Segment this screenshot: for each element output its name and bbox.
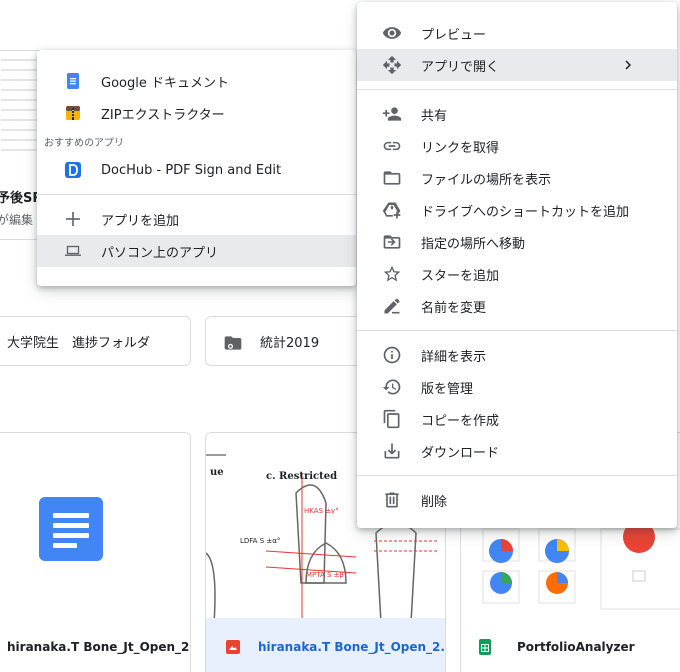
- menu-item-get-link[interactable]: リンクを取得: [357, 130, 677, 162]
- thumbnail-label: LDFA S ±α°: [240, 537, 281, 545]
- file-name: hiranaka.T Bone_Jt_Open_2...: [258, 640, 445, 654]
- menu-item-manage-versions[interactable]: 版を管理: [357, 371, 677, 403]
- thumbnail-text: ue: [210, 467, 224, 478]
- menu-item-label: 共有: [421, 108, 448, 124]
- menu-item-move-to[interactable]: 指定の場所へ移動: [357, 226, 677, 258]
- menu-item-label: ZIPエクストラクター: [101, 107, 225, 123]
- menu-item-show-location[interactable]: ファイルの場所を表示: [357, 162, 677, 194]
- menu-item-computer-apps[interactable]: パソコン上のアプリ: [37, 235, 356, 267]
- menu-item-label: 版を管理: [421, 381, 474, 397]
- menu-item-open-with[interactable]: アプリで開く: [357, 49, 677, 81]
- drive-screen: 予後SR, が編集 大学院生 進捗フォルダ 統計2019 hiranaka.T …: [0, 0, 680, 672]
- menu-item-label: パソコン上のアプリ: [101, 245, 219, 261]
- zip-extractor-icon: [65, 105, 81, 121]
- file-card-footer: PortfolioAnalyzer: [461, 618, 680, 672]
- plus-icon: [65, 211, 81, 227]
- folder-card[interactable]: 大学院生 進捗フォルダ: [0, 316, 191, 366]
- menu-divider: [357, 330, 677, 331]
- folder-outline-icon: [381, 167, 403, 189]
- pencil-icon: [381, 295, 403, 317]
- folder-name: 大学院生 進捗フォルダ: [7, 335, 151, 351]
- copy-icon: [381, 408, 403, 430]
- folder-name: 統計2019: [260, 335, 320, 351]
- menu-item-label: ダウンロード: [421, 445, 500, 461]
- file-card[interactable]: hiranaka.T Bone_Jt_Open_2...: [0, 432, 191, 672]
- move-arrows-icon: [381, 54, 403, 76]
- file-context-menu: プレビュー アプリで開く 共有 リンクを取得 ファイルの場所を表示 ドライブへの…: [357, 2, 677, 528]
- file-name: PortfolioAnalyzer: [517, 640, 635, 654]
- menu-divider: [357, 89, 677, 90]
- chevron-right-icon: [619, 56, 637, 74]
- menu-item-make-copy[interactable]: コピーを作成: [357, 403, 677, 435]
- file-name: hiranaka.T Bone_Jt_Open_2...: [7, 640, 190, 654]
- menu-item-add-star[interactable]: スターを追加: [357, 258, 677, 290]
- file-card-footer: hiranaka.T Bone_Jt_Open_2...: [0, 618, 190, 672]
- menu-item-rename[interactable]: 名前を変更: [357, 290, 677, 322]
- thumbnail-text: c. Restricted: [266, 471, 338, 482]
- menu-item-label: アプリで開く: [421, 59, 500, 75]
- move-to-folder-icon: [381, 231, 403, 253]
- eye-icon: [381, 22, 403, 44]
- menu-item-dochub[interactable]: DocHub - PDF Sign and Edit: [37, 154, 356, 186]
- menu-item-label: 詳細を表示: [421, 349, 487, 365]
- menu-item-google-docs[interactable]: Google ドキュメント: [37, 65, 356, 97]
- menu-item-label: Google ドキュメント: [101, 75, 229, 91]
- menu-item-share[interactable]: 共有: [357, 98, 677, 130]
- menu-item-label: ドライブへのショートカットを追加: [421, 204, 630, 220]
- trash-icon: [381, 489, 403, 511]
- link-icon: [381, 135, 403, 157]
- menu-item-zip-extractor[interactable]: ZIPエクストラクター: [37, 97, 356, 129]
- menu-item-label: プレビュー: [421, 27, 487, 43]
- menu-item-add-shortcut[interactable]: ドライブへのショートカットを追加: [357, 194, 677, 226]
- menu-item-download[interactable]: ダウンロード: [357, 435, 677, 467]
- dochub-icon: [65, 162, 81, 178]
- image-file-icon: [226, 640, 240, 654]
- menu-item-label: コピーを作成: [421, 413, 500, 429]
- menu-item-preview[interactable]: プレビュー: [357, 17, 677, 49]
- open-with-submenu: Google ドキュメント ZIPエクストラクター おすすめのアプリ DocHu…: [37, 50, 356, 286]
- menu-item-add-app[interactable]: アプリを追加: [37, 203, 356, 235]
- shared-folder-icon: [222, 333, 242, 350]
- add-person-icon: [381, 103, 403, 125]
- menu-item-label: 指定の場所へ移動: [421, 236, 526, 252]
- menu-item-label: DocHub - PDF Sign and Edit: [101, 162, 282, 178]
- thumbnail-label: HKAS ±γ°: [304, 507, 339, 515]
- thumbnail-label: MPTA S ±β°: [306, 571, 348, 579]
- menu-item-label: 名前を変更: [421, 300, 487, 316]
- menu-divider: [37, 194, 356, 195]
- suggested-apps-header: おすすめのアプリ: [44, 138, 124, 149]
- download-icon: [381, 440, 403, 462]
- menu-item-label: リンクを取得: [421, 140, 500, 156]
- menu-item-details[interactable]: 詳細を表示: [357, 339, 677, 371]
- laptop-icon: [65, 243, 81, 259]
- google-sheets-icon: [479, 639, 491, 655]
- history-icon: [381, 376, 403, 398]
- menu-item-label: 削除: [421, 494, 448, 510]
- menu-item-label: スターを追加: [421, 268, 500, 284]
- menu-item-delete[interactable]: 削除: [357, 484, 677, 516]
- folder-card[interactable]: 統計2019: [205, 316, 365, 366]
- star-outline-icon: [381, 263, 403, 285]
- menu-item-label: ファイルの場所を表示: [421, 172, 552, 188]
- menu-divider: [357, 475, 677, 476]
- menu-item-label: アプリを追加: [101, 213, 180, 229]
- file-card-footer: hiranaka.T Bone_Jt_Open_2...: [206, 618, 445, 672]
- info-icon: [381, 344, 403, 366]
- file-subtitle-fragment: が編集: [0, 213, 34, 227]
- google-docs-icon: [65, 73, 81, 89]
- google-docs-icon: [39, 497, 103, 561]
- drive-shortcut-icon: [381, 199, 403, 221]
